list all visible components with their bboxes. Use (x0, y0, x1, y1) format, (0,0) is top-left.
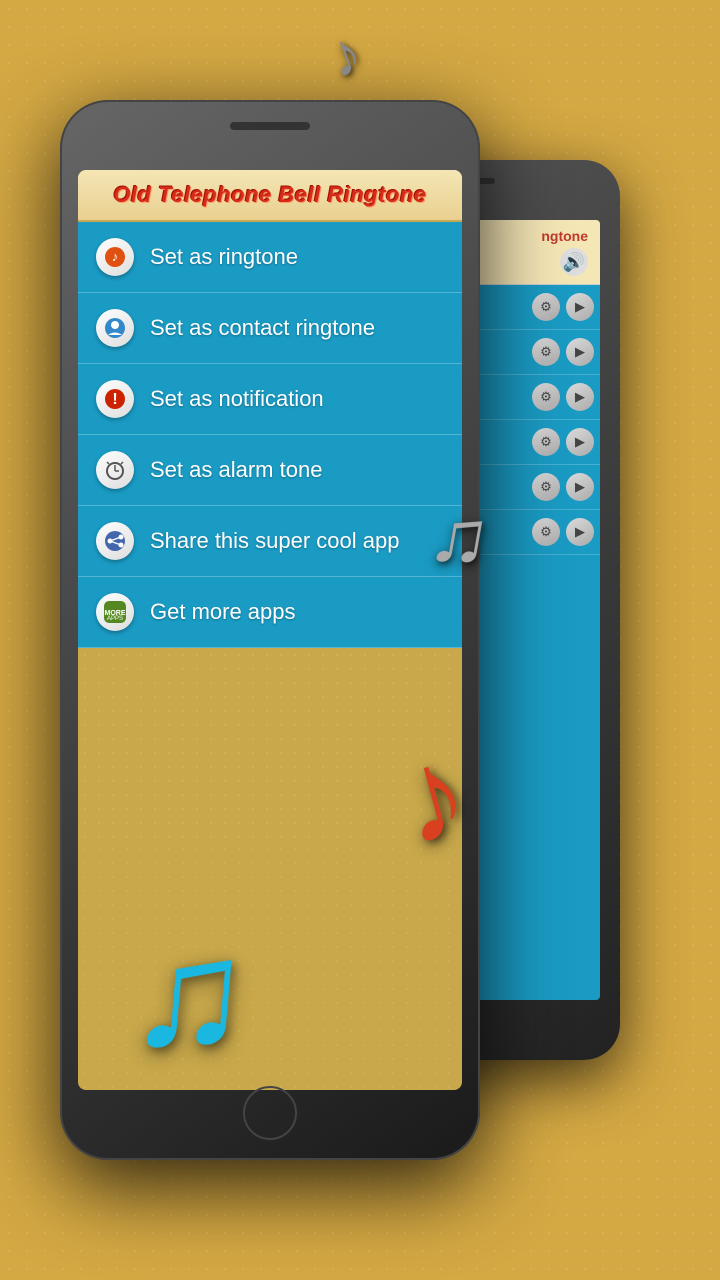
app-title: Old Telephone Bell Ringtone (94, 182, 446, 208)
menu-item-share-app[interactable]: Share this super cool app (78, 506, 462, 577)
svg-text:!: ! (112, 391, 117, 408)
menu-item-set-ringtone[interactable]: ♪ Set as ringtone (78, 222, 462, 293)
menu-list: ♪ Set as ringtone Set as contact ringtone!… (78, 222, 462, 648)
note-blue-icon: ♫ (122, 895, 258, 1089)
play-icon[interactable]: ▶ (566, 338, 594, 366)
phone-main: Old Telephone Bell Ringtone ♪ Set as ring… (60, 100, 480, 1160)
set-alarm-tone-label: Set as alarm tone (150, 457, 322, 483)
play-icon[interactable]: ▶ (566, 293, 594, 321)
menu-item-set-notification[interactable]: ! Set as notification (78, 364, 462, 435)
svg-text:♪: ♪ (112, 249, 119, 264)
menu-item-get-more-apps[interactable]: MOREAPPS Get more apps (78, 577, 462, 648)
gear-icon[interactable]: ⚙ (532, 518, 560, 546)
play-icon[interactable]: ▶ (566, 473, 594, 501)
app-header: Old Telephone Bell Ringtone (78, 170, 462, 222)
gear-icon[interactable]: ⚙ (532, 428, 560, 456)
gear-icon[interactable]: ⚙ (532, 293, 560, 321)
play-icon[interactable]: ▶ (566, 518, 594, 546)
set-notification-icon: ! (96, 380, 134, 418)
gear-icon[interactable]: ⚙ (532, 338, 560, 366)
set-ringtone-label: Set as ringtone (150, 244, 298, 270)
share-app-label: Share this super cool app (150, 528, 400, 554)
set-ringtone-icon: ♪ (96, 238, 134, 276)
play-icon[interactable]: ▶ (566, 383, 594, 411)
phone-back-title: ngtone (541, 228, 588, 244)
get-more-apps-icon: MOREAPPS (96, 593, 134, 631)
menu-item-set-contact-ringtone[interactable]: Set as contact ringtone (78, 293, 462, 364)
set-contact-ringtone-label: Set as contact ringtone (150, 315, 375, 341)
menu-item-set-alarm-tone[interactable]: Set as alarm tone (78, 435, 462, 506)
gear-icon[interactable]: ⚙ (532, 383, 560, 411)
gear-icon[interactable]: ⚙ (532, 473, 560, 501)
set-alarm-tone-icon (96, 451, 134, 489)
share-app-icon (96, 522, 134, 560)
set-notification-label: Set as notification (150, 386, 324, 412)
speaker-icon: 🔊 (560, 248, 588, 276)
play-icon[interactable]: ▶ (566, 428, 594, 456)
note-top-icon: ♪ (319, 17, 371, 92)
get-more-apps-label: Get more apps (150, 599, 296, 625)
set-contact-ringtone-icon (96, 309, 134, 347)
svg-text:APPS: APPS (107, 616, 123, 622)
